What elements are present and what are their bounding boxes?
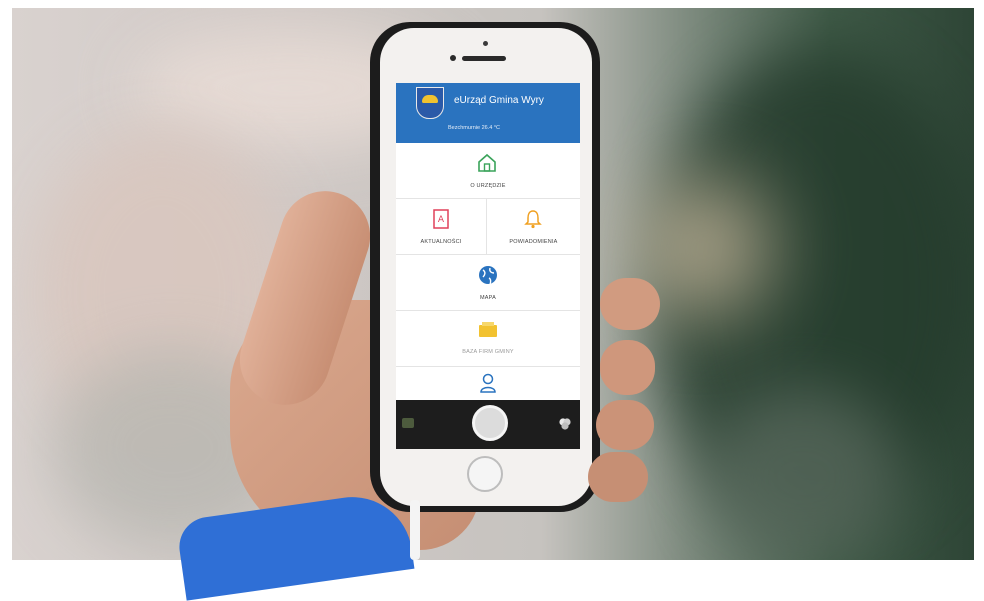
weather-text: Bezchmurnie 26.4 °C [448,125,501,131]
app-header: eUrząd Gmina Wyry Bezchmurnie 26.4 °C [396,83,580,143]
tile-powiadomienia[interactable]: POWIADOMIENIA [487,199,580,255]
tile-label: O URZĘDZIE [470,183,506,189]
user-icon [480,373,496,393]
tile-aktualnosci[interactable]: A AKTUALNOŚCI [396,199,487,255]
finger-index [600,278,660,330]
tile-o-urzedzie[interactable]: O URZĘDZIE [396,143,580,199]
card-icon [479,322,497,337]
home-button[interactable] [467,456,503,492]
tile-label: AKTUALNOŚCI [420,239,462,245]
coat-of-arms-icon [416,87,444,119]
finger-ring [596,400,654,450]
shutter-button[interactable] [472,405,508,441]
earpiece-speaker [462,56,506,61]
charging-cable [410,500,420,560]
bokeh-right-lower [702,388,902,560]
phone-screen: eUrząd Gmina Wyry Bezchmurnie 26.4 °C O … [396,83,580,449]
proximity-sensor [483,41,488,46]
tile-baza-firm[interactable]: BAZA FIRM GMINY [396,311,580,367]
bell-icon [524,210,542,229]
front-camera [450,55,456,61]
camera-toolbar [396,400,580,449]
gallery-thumbnail[interactable] [402,418,414,428]
tile-label: BAZA FIRM GMINY [462,349,514,355]
svg-text:A: A [438,215,445,225]
news-icon: A [433,209,449,229]
home-icon [478,153,496,172]
app-title: eUrząd Gmina Wyry [454,95,544,106]
filters-icon[interactable] [558,417,572,431]
finger-middle [600,340,655,395]
globe-icon [479,266,497,285]
tile-label: MAPA [480,295,496,301]
finger-little [588,452,648,502]
tile-mapa[interactable]: MAPA [396,255,580,311]
tile-label: POWIADOMIENIA [509,239,558,245]
